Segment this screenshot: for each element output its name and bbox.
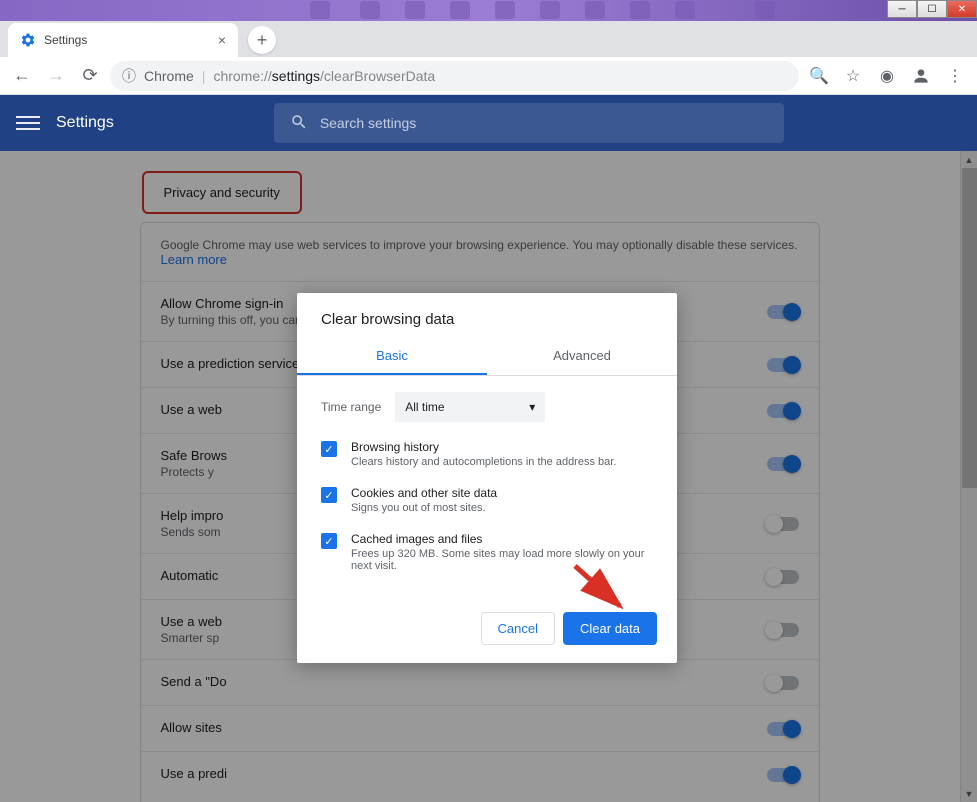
checkbox[interactable]: ✓ — [321, 487, 337, 503]
tab-title: Settings — [44, 33, 87, 47]
time-range-label: Time range — [321, 400, 381, 414]
hamburger-icon[interactable] — [16, 111, 40, 135]
cancel-button[interactable]: Cancel — [481, 612, 555, 645]
search-placeholder: Search settings — [320, 115, 417, 131]
clear-data-button[interactable]: Clear data — [563, 612, 657, 645]
desktop-taskbar — [0, 0, 977, 21]
checkbox-row: ✓ Cached images and files Frees up 320 MB.… — [321, 532, 653, 572]
tab-close-icon[interactable]: × — [218, 32, 226, 48]
omnibox-prefix: Chrome — [144, 68, 194, 84]
checkbox-title: Cached images and files — [351, 532, 653, 546]
browser-tab[interactable]: Settings × — [8, 23, 238, 57]
tab-basic[interactable]: Basic — [297, 338, 487, 375]
maximize-button[interactable]: ☐ — [917, 0, 947, 18]
zoom-icon[interactable]: 🔍 — [805, 62, 833, 90]
forward-button[interactable]: → — [42, 62, 70, 90]
minimize-button[interactable]: ─ — [887, 0, 917, 18]
checkbox[interactable]: ✓ — [321, 441, 337, 457]
new-tab-button[interactable]: + — [248, 26, 276, 54]
tab-advanced[interactable]: Advanced — [487, 338, 677, 375]
checkbox-row: ✓ Cookies and other site data Signs you ou… — [321, 486, 653, 514]
omnibox-url: chrome://settings/clearBrowserData — [213, 68, 435, 84]
settings-header: Settings Search settings — [0, 95, 977, 151]
checkbox-subtitle: Signs you out of most sites. — [351, 502, 497, 514]
settings-title: Settings — [56, 114, 114, 132]
window-controls: ─ ☐ ✕ — [887, 0, 977, 18]
search-settings-input[interactable]: Search settings — [274, 103, 784, 143]
dialog-title: Clear browsing data — [297, 293, 677, 338]
checkbox[interactable]: ✓ — [321, 533, 337, 549]
bookmark-icon[interactable]: ☆ — [839, 62, 867, 90]
profile-icon[interactable] — [907, 62, 935, 90]
reload-button[interactable]: ⟳ — [76, 62, 104, 90]
time-range-dropdown[interactable]: All time ▾ — [395, 392, 545, 422]
dialog-actions: Cancel Clear data — [297, 598, 677, 663]
extension-icon[interactable]: ◉ — [873, 62, 901, 90]
search-icon — [290, 113, 308, 134]
dialog-tabs: Basic Advanced — [297, 338, 677, 376]
back-button[interactable]: ← — [8, 62, 36, 90]
site-info-icon[interactable]: ⓘ — [122, 66, 136, 86]
menu-icon[interactable]: ⋮ — [941, 62, 969, 90]
address-bar[interactable]: ⓘ Chrome | chrome://settings/clearBrowse… — [110, 61, 799, 91]
checkbox-title: Cookies and other site data — [351, 486, 497, 500]
gear-icon — [20, 32, 36, 48]
checkbox-title: Browsing history — [351, 440, 616, 454]
tab-strip: Settings × + — [0, 21, 977, 57]
checkbox-row: ✓ Browsing history Clears history and auto… — [321, 440, 653, 468]
clear-browsing-data-dialog: Clear browsing data Basic Advanced Time … — [297, 293, 677, 663]
browser-toolbar: ← → ⟳ ⓘ Chrome | chrome://settings/clear… — [0, 57, 977, 95]
time-range-row: Time range All time ▾ — [321, 392, 653, 422]
close-button[interactable]: ✕ — [947, 0, 977, 18]
chevron-down-icon: ▾ — [529, 400, 535, 414]
checkbox-subtitle: Frees up 320 MB. Some sites may load mor… — [351, 548, 653, 572]
checkbox-subtitle: Clears history and autocompletions in th… — [351, 456, 616, 468]
